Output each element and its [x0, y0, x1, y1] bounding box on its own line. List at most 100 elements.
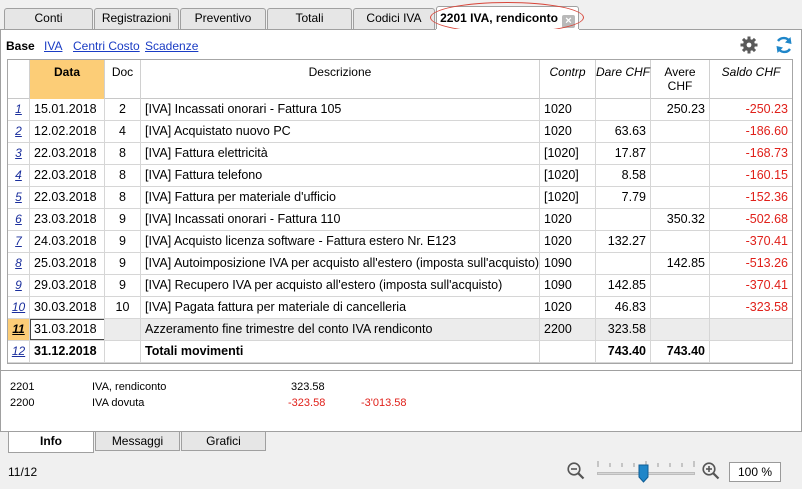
contra-account-cell[interactable]: 1020 — [540, 231, 596, 252]
row-number[interactable]: 7 — [8, 231, 30, 252]
contra-account-cell[interactable]: 1020 — [540, 99, 596, 120]
tab-conti[interactable]: Conti — [4, 8, 93, 29]
description-cell[interactable]: [IVA] Acquistato nuovo PC — [141, 121, 540, 142]
doc-cell[interactable] — [105, 341, 141, 362]
table-row[interactable]: 5 22.03.2018 8 [IVA] Fattura per materiale … — [8, 187, 792, 209]
row-number[interactable]: 10 — [8, 297, 30, 318]
table-row[interactable]: 9 29.03.2018 9 [IVA] Recupero IVA per acqui… — [8, 275, 792, 297]
doc-cell[interactable]: 9 — [105, 253, 141, 274]
doc-cell[interactable]: 9 — [105, 275, 141, 296]
table-row[interactable]: 10 30.03.2018 10 [IVA] Pagata fattura per m… — [8, 297, 792, 319]
contra-account-cell[interactable]: [1020] — [540, 143, 596, 164]
view-centri-costo[interactable]: Centri Costo — [73, 39, 140, 53]
description-cell[interactable]: Totali movimenti — [141, 341, 540, 362]
balance-cell[interactable]: -370.41 — [710, 275, 792, 296]
debit-cell[interactable]: 17.87 — [596, 143, 651, 164]
table-row[interactable]: 1 15.01.2018 2 [IVA] Incassati onorari - Fa… — [8, 99, 792, 121]
refresh-icon[interactable] — [773, 34, 795, 56]
date-cell[interactable]: 30.03.2018 — [30, 297, 105, 318]
balance-cell[interactable]: -168.73 — [710, 143, 792, 164]
table-row[interactable]: 6 23.03.2018 9 [IVA] Incassati onorari - Fa… — [8, 209, 792, 231]
zoom-slider-thumb[interactable] — [638, 464, 649, 483]
debit-cell[interactable]: 8.58 — [596, 165, 651, 186]
row-number[interactable]: 8 — [8, 253, 30, 274]
date-cell[interactable]: 22.03.2018 — [30, 165, 105, 186]
date-cell[interactable]: 23.03.2018 — [30, 209, 105, 230]
header-dare[interactable]: Dare CHF — [596, 60, 651, 99]
header-avere[interactable]: Avere CHF — [651, 60, 710, 99]
debit-cell[interactable] — [596, 253, 651, 274]
tab-codici-iva[interactable]: Codici IVA — [353, 8, 435, 29]
description-cell[interactable]: [IVA] Autoimposizione IVA per acquisto a… — [141, 253, 540, 274]
zoom-in-icon[interactable] — [701, 461, 721, 481]
table-row[interactable]: 2 12.02.2018 4 [IVA] Acquistato nuovo PC 102… — [8, 121, 792, 143]
date-cell[interactable]: 12.02.2018 — [30, 121, 105, 142]
table-row[interactable]: 11 31.03.2018 Azzeramento fine trimestre d… — [8, 319, 792, 341]
description-cell[interactable]: [IVA] Pagata fattura per materiale di ca… — [141, 297, 540, 318]
debit-cell[interactable]: 46.83 — [596, 297, 651, 318]
debit-cell[interactable]: 142.85 — [596, 275, 651, 296]
table-row[interactable]: 3 22.03.2018 8 [IVA] Fattura elettricità [10… — [8, 143, 792, 165]
contra-account-cell[interactable]: 1020 — [540, 297, 596, 318]
tab-messaggi[interactable]: Messaggi — [95, 432, 180, 451]
contra-account-cell[interactable]: 1090 — [540, 275, 596, 296]
row-number[interactable]: 12 — [8, 341, 30, 362]
contra-account-cell[interactable]: 2200 — [540, 319, 596, 340]
debit-cell[interactable]: 63.63 — [596, 121, 651, 142]
transactions-table[interactable]: Data Doc Descrizione Contrp Dare CHF Ave… — [7, 59, 793, 364]
description-cell[interactable]: [IVA] Acquisto licenza software - Fattur… — [141, 231, 540, 252]
credit-cell[interactable] — [651, 165, 710, 186]
balance-cell[interactable]: -513.26 — [710, 253, 792, 274]
debit-cell[interactable]: 323.58 — [596, 319, 651, 340]
doc-cell[interactable]: 4 — [105, 121, 141, 142]
debit-cell[interactable] — [596, 99, 651, 120]
balance-cell[interactable] — [710, 341, 792, 362]
credit-cell[interactable] — [651, 231, 710, 252]
balance-cell[interactable] — [710, 319, 792, 340]
doc-cell[interactable] — [105, 319, 141, 340]
description-cell[interactable]: [IVA] Fattura elettricità — [141, 143, 540, 164]
credit-cell[interactable] — [651, 121, 710, 142]
view-base[interactable]: Base — [6, 39, 35, 53]
credit-cell[interactable]: 250.23 — [651, 99, 710, 120]
table-row[interactable]: 4 22.03.2018 8 [IVA] Fattura telefono [1020]… — [8, 165, 792, 187]
zoom-level-field[interactable]: 100 % — [729, 462, 781, 482]
contra-account-cell[interactable] — [540, 341, 596, 362]
gear-icon[interactable] — [738, 34, 760, 56]
row-number[interactable]: 3 — [8, 143, 30, 164]
date-cell[interactable]: 31.12.2018 — [30, 341, 105, 362]
date-cell[interactable]: 24.03.2018 — [30, 231, 105, 252]
view-scadenze[interactable]: Scadenze — [145, 39, 198, 53]
balance-cell[interactable]: -250.23 — [710, 99, 792, 120]
debit-cell[interactable]: 7.79 — [596, 187, 651, 208]
balance-cell[interactable]: -186.60 — [710, 121, 792, 142]
header-doc[interactable]: Doc — [105, 60, 141, 99]
header-contrp[interactable]: Contrp — [540, 60, 596, 99]
date-cell[interactable]: 29.03.2018 — [30, 275, 105, 296]
header-data[interactable]: Data — [30, 60, 105, 99]
tab-preventivo[interactable]: Preventivo — [180, 8, 266, 29]
row-number[interactable]: 9 — [8, 275, 30, 296]
credit-cell[interactable] — [651, 187, 710, 208]
credit-cell[interactable] — [651, 275, 710, 296]
description-cell[interactable]: Azzeramento fine trimestre del conto IVA… — [141, 319, 540, 340]
description-cell[interactable]: [IVA] Fattura telefono — [141, 165, 540, 186]
balance-cell[interactable]: -152.36 — [710, 187, 792, 208]
balance-cell[interactable]: -323.58 — [710, 297, 792, 318]
header-descrizione[interactable]: Descrizione — [141, 60, 540, 99]
debit-cell[interactable]: 743.40 — [596, 341, 651, 362]
doc-cell[interactable]: 9 — [105, 231, 141, 252]
debit-cell[interactable] — [596, 209, 651, 230]
credit-cell[interactable] — [651, 297, 710, 318]
tab-registrazioni[interactable]: Registrazioni — [94, 8, 179, 29]
credit-cell[interactable]: 743.40 — [651, 341, 710, 362]
date-cell[interactable]: 15.01.2018 — [30, 99, 105, 120]
view-iva[interactable]: IVA — [44, 39, 62, 53]
tab-totali[interactable]: Totali — [267, 8, 352, 29]
description-cell[interactable]: [IVA] Incassati onorari - Fattura 105 — [141, 99, 540, 120]
contra-account-cell[interactable]: [1020] — [540, 187, 596, 208]
doc-cell[interactable]: 8 — [105, 187, 141, 208]
date-cell[interactable]: 25.03.2018 — [30, 253, 105, 274]
credit-cell[interactable]: 350.32 — [651, 209, 710, 230]
credit-cell[interactable] — [651, 319, 710, 340]
